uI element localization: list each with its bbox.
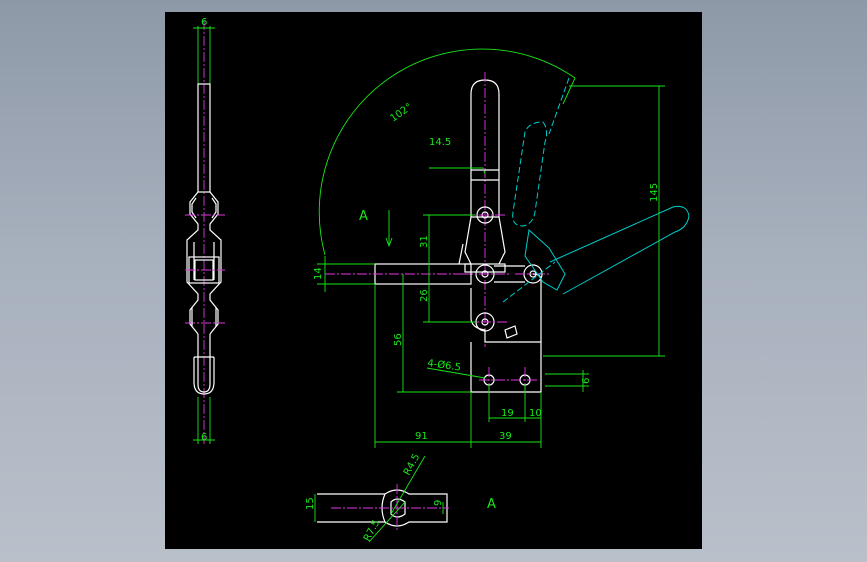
dim-hole-margin: 10 <box>529 408 542 419</box>
dim-hole-edge: 6 <box>581 378 592 384</box>
dim-side-top: 6 <box>201 17 207 28</box>
section-label-a: A <box>487 497 496 512</box>
dim-vertical-holes: 56 <box>393 333 404 346</box>
dim-side-bottom: 6 <box>201 432 207 443</box>
dim-angle: 102° <box>388 102 414 125</box>
dim-slot-height: 15 <box>305 497 316 510</box>
front-view: 102° 14.5 A 145 31 26 14 56 4-Ø6.5 6 19 … <box>313 48 690 448</box>
dim-lower-offset: 26 <box>419 289 430 302</box>
section-a-view: 15 9 R4.5 R7.5 A <box>305 452 496 543</box>
phantom-handle-open <box>512 121 548 227</box>
dim-reach: 91 <box>415 431 428 442</box>
cad-drawing-frame: 6 6 102° 14.5 A 145 31 26 14 56 4-Ø6.5 6… <box>165 12 702 549</box>
dim-base-width: 39 <box>499 431 512 442</box>
dim-overall-height: 145 <box>649 183 660 202</box>
dim-hole-pitch: 19 <box>501 408 514 419</box>
side-view: 6 6 <box>185 17 225 444</box>
dim-upper-offset: 31 <box>419 235 430 248</box>
base-plate <box>470 342 542 393</box>
view-label-a: A <box>359 209 368 224</box>
dim-handle-width: 14.5 <box>429 137 451 148</box>
swing-arc <box>318 48 576 256</box>
dim-bar-thickness: 14 <box>313 267 324 280</box>
dim-inner-radius: R4.5 <box>402 452 422 477</box>
clamp-drawing: 6 6 102° 14.5 A 145 31 26 14 56 4-Ø6.5 6… <box>185 17 690 543</box>
dim-slot-width: 9 <box>433 500 444 506</box>
